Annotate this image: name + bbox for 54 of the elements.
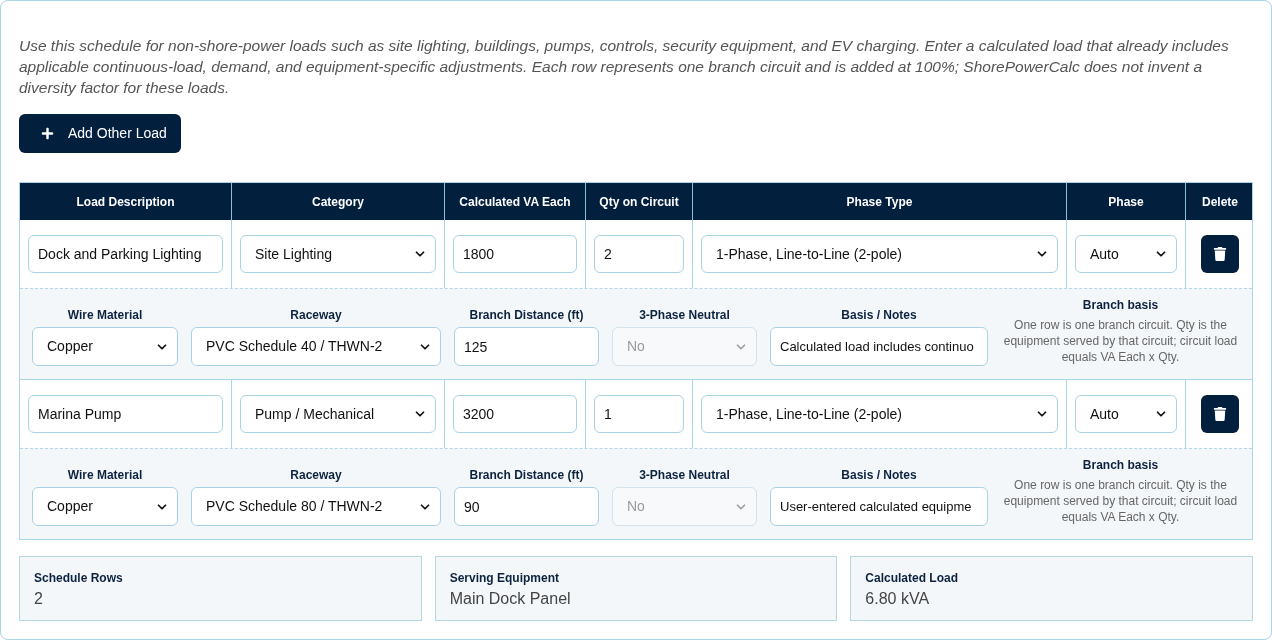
distance-field[interactable]: 90 — [454, 487, 599, 526]
qty-field[interactable]: 2 — [594, 235, 684, 273]
summary-label: Calculated Load — [865, 570, 959, 586]
summary-value: 2 — [34, 589, 44, 609]
field-label: Raceway — [290, 307, 342, 323]
phase-dropdown[interactable]: Auto — [1075, 395, 1177, 433]
trash-icon — [1213, 407, 1227, 421]
basis-title: Branch basis — [1082, 297, 1159, 313]
field-label: Branch Distance (ft) — [469, 467, 584, 483]
field-label: Raceway — [290, 467, 342, 483]
field-label: Wire Material — [67, 467, 143, 483]
notes-field[interactable]: User-entered calculated equipme — [770, 487, 988, 526]
column-header: Load Description — [76, 193, 175, 211]
summary-value: Main Dock Panel — [449, 589, 572, 609]
field-label: 3-Phase Neutral — [639, 307, 730, 323]
column-header: Calculated VA Each — [459, 193, 571, 211]
description-field[interactable]: Marina Pump — [28, 395, 223, 433]
category-dropdown[interactable]: Site Lighting — [240, 235, 436, 273]
basis-text: One row is one branch circuit. Qty is the equipment served by that circuit; circuit load equals VA Each x Qty. — [1002, 477, 1239, 525]
field-label: Basis / Notes — [841, 467, 917, 483]
va-field[interactable]: 3200 — [453, 395, 577, 433]
distance-field[interactable]: 125 — [454, 327, 599, 366]
column-header: Qty on Circuit — [599, 193, 679, 211]
basis-title: Branch basis — [1082, 457, 1159, 473]
phase-dropdown[interactable]: Auto — [1075, 235, 1177, 273]
qty-field[interactable]: 1 — [594, 395, 684, 433]
category-dropdown[interactable]: Pump / Mechanical — [240, 395, 436, 433]
intro-text: Use this schedule for non-shore-power loads such as site lighting, buildings, pumps, controls, security equipment, and EV charging. Enter a calculated load that already includes applicable continuous-load, demand, and equipment-specific adjustments. Each row represents one branch circuit and is added at 100%; ShorePowerCalc does not invent a diversity factor for these loads. — [19, 36, 1230, 98]
delete-button[interactable] — [1201, 395, 1239, 433]
column-header: Phase — [1108, 193, 1144, 211]
delete-button[interactable] — [1201, 235, 1239, 273]
phase-type-dropdown[interactable]: 1-Phase, Line-to-Line (2-pole) — [701, 235, 1058, 273]
field-label: Basis / Notes — [841, 307, 917, 323]
plus-icon — [41, 127, 54, 140]
field-label: Wire Material — [67, 307, 143, 323]
summary-label: Schedule Rows — [34, 570, 124, 586]
add-load-button[interactable]: Add Other Load — [19, 114, 181, 153]
wire-material-dropdown[interactable]: Copper — [32, 327, 178, 366]
raceway-dropdown[interactable]: PVC Schedule 40 / THWN-2 — [191, 327, 441, 366]
column-header: Category — [312, 193, 364, 211]
summary-value: 6.80 kVA — [865, 589, 931, 609]
trash-icon — [1213, 247, 1227, 261]
field-label: Branch Distance (ft) — [469, 307, 584, 323]
raceway-dropdown[interactable]: PVC Schedule 80 / THWN-2 — [191, 487, 441, 526]
column-header: Phase Type — [846, 193, 913, 211]
notes-field[interactable]: Calculated load includes continuo — [770, 327, 988, 366]
description-field[interactable]: Dock and Parking Lighting — [28, 235, 223, 273]
column-header: Delete — [1202, 193, 1238, 211]
va-field[interactable]: 1800 — [453, 235, 577, 273]
phase-type-dropdown[interactable]: 1-Phase, Line-to-Line (2-pole) — [701, 395, 1058, 433]
basis-text: One row is one branch circuit. Qty is the equipment served by that circuit; circuit load equals VA Each x Qty. — [1002, 317, 1239, 365]
field-label: 3-Phase Neutral — [639, 467, 730, 483]
summary-label: Serving Equipment — [449, 570, 560, 586]
wire-material-dropdown[interactable]: Copper — [32, 487, 178, 526]
